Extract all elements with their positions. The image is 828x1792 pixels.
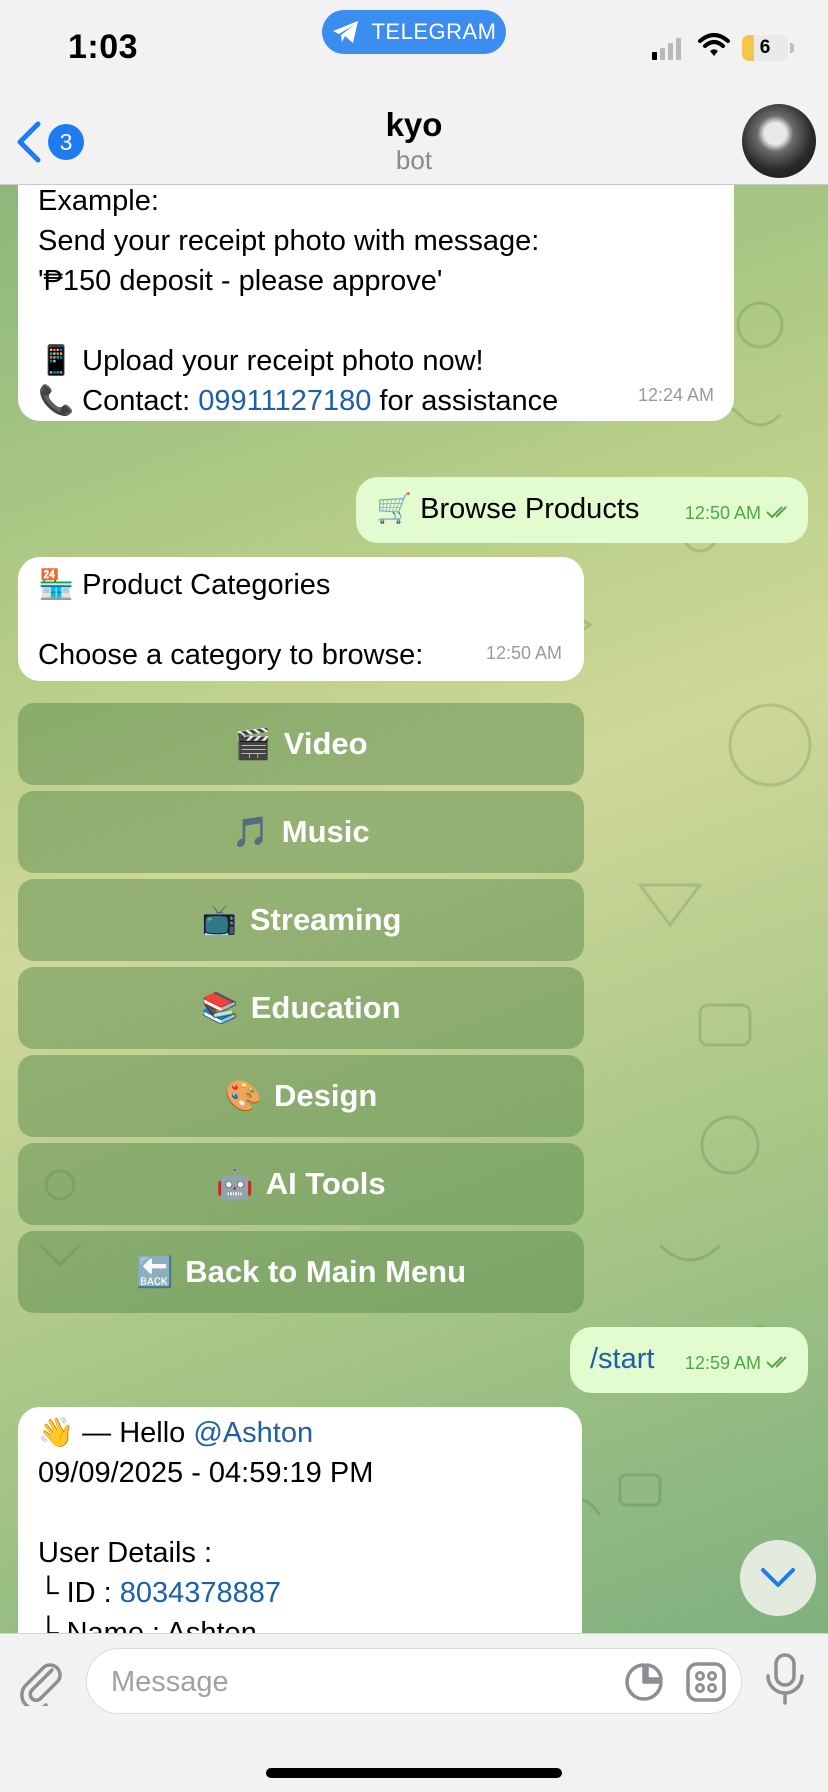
button-label: Back to Main Menu — [185, 1254, 467, 1289]
clapper-emoji: 🎬 — [234, 727, 272, 761]
battery-level: 6 — [759, 37, 771, 58]
categories-title: Product Categories — [82, 569, 331, 601]
category-button-music[interactable]: 🎵 Music — [18, 791, 584, 873]
button-label: Video — [283, 726, 368, 761]
incoming-message-payment: Example: Send your receipt photo with me… — [18, 185, 734, 421]
category-button-ai-tools[interactable]: 🤖 AI Tools — [18, 1143, 584, 1225]
message-time: 12:24 AM — [637, 385, 714, 405]
microphone-icon[interactable] — [762, 1652, 808, 1708]
user-id-link[interactable]: 8034378887 — [120, 1577, 281, 1609]
app-pill-label: TELEGRAM — [371, 19, 497, 44]
contact-phone-link[interactable]: 09911127180 — [198, 385, 371, 417]
category-button-video[interactable]: 🎬 Video — [18, 703, 584, 785]
home-indicator[interactable] — [266, 1768, 562, 1778]
contact-suffix: for assistance — [371, 385, 559, 417]
category-button-education[interactable]: 📚 Education — [18, 967, 584, 1049]
button-label: Design — [274, 1078, 378, 1113]
robot-emoji: 🤖 — [216, 1167, 254, 1201]
status-time: 1:03 — [68, 28, 139, 66]
palette-emoji: 🎨 — [224, 1079, 262, 1113]
wave-emoji: 👋 — [38, 1417, 75, 1449]
chat-title[interactable]: kyo — [0, 106, 828, 144]
id-label: └ ID : — [38, 1577, 120, 1609]
outgoing-message-start: /start 12:59 AM — [570, 1327, 808, 1393]
message-time: 12:50 AM — [685, 493, 792, 533]
outgoing-text: Browse Products — [420, 493, 640, 525]
tv-emoji: 📺 — [200, 903, 238, 937]
back-to-main-menu-button[interactable]: 🔙 Back to Main Menu — [18, 1231, 584, 1313]
button-label: Music — [281, 814, 370, 849]
category-button-streaming[interactable]: 📺 Streaming — [18, 879, 584, 961]
telephone-emoji: 📞 — [38, 385, 75, 417]
back-arrow-emoji: 🔙 — [135, 1255, 174, 1289]
chat-history[interactable]: Example: Send your receipt photo with me… — [0, 185, 828, 1633]
phone-emoji: 📱 — [38, 345, 75, 377]
books-emoji: 📚 — [201, 991, 239, 1025]
user-name-row: ├ Name : Ashton — [38, 1617, 257, 1633]
message-line: Example: — [38, 185, 159, 217]
outgoing-message-browse: 🛒 Browse Products 12:50 AM — [356, 477, 808, 543]
contact-prefix: Contact: — [82, 385, 199, 417]
message-time: 12:59 AM — [685, 1343, 792, 1383]
bot-menu-icon[interactable] — [685, 1661, 727, 1703]
chevron-down-icon — [761, 1568, 795, 1587]
store-emoji: 🏪 — [38, 569, 75, 601]
message-line: Send your receipt photo with message: — [38, 225, 540, 257]
wifi-icon — [698, 33, 730, 56]
greeting-datetime: 09/09/2025 - 04:59:19 PM — [38, 1457, 374, 1489]
chat-header: 3 kyo bot — [0, 100, 828, 185]
sticker-icon[interactable] — [623, 1661, 665, 1703]
double-check-icon — [766, 1356, 787, 1369]
upload-instruction: Upload your receipt photo now! — [82, 345, 484, 377]
telegram-return-pill[interactable]: TELEGRAM — [322, 10, 506, 54]
user-details-label: User Details : — [38, 1537, 213, 1569]
button-label: AI Tools — [265, 1166, 386, 1201]
chat-subtitle: bot — [395, 145, 433, 175]
cart-emoji: 🛒 — [376, 493, 413, 525]
message-line: '₱150 deposit - please approve' — [38, 265, 443, 297]
avatar[interactable] — [742, 104, 816, 178]
status-bar: 1:03 TELEGRAM 6 — [0, 0, 828, 100]
telegram-plane-icon — [333, 21, 359, 43]
double-check-icon — [766, 506, 787, 519]
button-label: Streaming — [249, 902, 402, 937]
message-time: 12:50 AM — [485, 643, 562, 663]
cellular-signal-icon — [652, 36, 681, 60]
message-input-box[interactable] — [86, 1648, 742, 1714]
battery-icon: 6 — [742, 35, 788, 61]
user-handle-link[interactable]: @Ashton — [193, 1417, 313, 1449]
category-button-design[interactable]: 🎨 Design — [18, 1055, 584, 1137]
music-note-emoji: 🎵 — [232, 815, 270, 849]
scroll-to-bottom-button[interactable] — [740, 1540, 816, 1616]
message-input[interactable] — [109, 1661, 613, 1703]
paperclip-icon[interactable] — [18, 1656, 64, 1706]
telegram-chat-screen: 1:03 TELEGRAM 6 3 kyo bot Example: Send … — [0, 0, 828, 1792]
incoming-message-welcome: 👋 — Hello @Ashton 09/09/2025 - 04:59:19 … — [18, 1407, 582, 1633]
incoming-message-categories: 🏪 Product Categories Choose a category t… — [18, 557, 584, 681]
button-label: Education — [250, 990, 401, 1025]
greeting-text: — Hello — [74, 1417, 194, 1449]
